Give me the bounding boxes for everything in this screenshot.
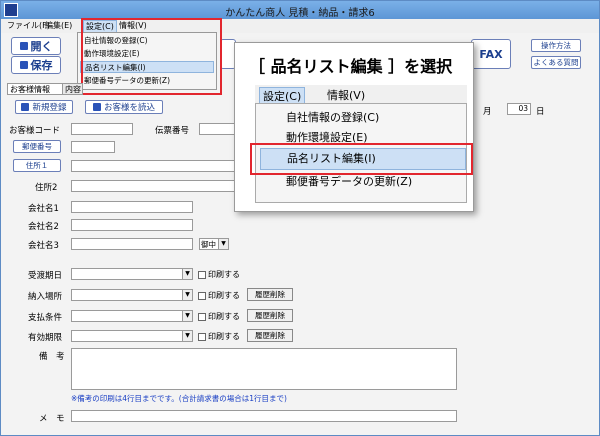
save-icon (19, 61, 28, 69)
company3-label: 会社名3 (28, 241, 59, 251)
company2-label: 会社名2 (28, 222, 59, 232)
address1-button[interactable]: 住所１ (13, 159, 61, 172)
delivery-date-label: 受渡期日 (28, 271, 63, 281)
new-register-button[interactable]: 新規登録 (15, 100, 73, 114)
delivery-place-label: 納入場所 (28, 292, 63, 302)
payment-print-checkbox[interactable]: 印刷する (198, 311, 240, 322)
address2-label: 住所2 (35, 183, 58, 193)
company1-input[interactable] (71, 201, 193, 213)
customer-code-label: お客様コード (9, 126, 61, 136)
highlight-box-zoom (250, 143, 473, 175)
delivery-date-print-checkbox[interactable]: 印刷する (198, 269, 240, 280)
title-bar: かんたん商人 見積・納品・請求6 (1, 1, 599, 19)
zoom-item-company-info: 自社情報の登録(C) (286, 111, 380, 124)
expiry-print-checkbox[interactable]: 印刷する (198, 331, 240, 342)
open-button[interactable]: 開く (11, 37, 61, 55)
zoom-menubar: 設定(C) 情報(V) (255, 85, 467, 105)
payment-label: 支払条件 (28, 313, 63, 323)
memo-label: メ モ (39, 414, 65, 424)
tab-customer-info[interactable]: お客様情報 (7, 83, 63, 95)
month-suffix: 月 (483, 107, 492, 117)
address2-input[interactable] (71, 180, 237, 192)
highlight-box-menu (81, 18, 222, 95)
save-button[interactable]: 保存 (11, 56, 61, 74)
company1-label: 会社名1 (28, 204, 59, 214)
address1-input[interactable] (71, 160, 237, 172)
memo-input[interactable] (71, 410, 457, 422)
user-icon (21, 103, 30, 111)
expiry-clear-button[interactable]: 履歴削除 (247, 329, 293, 342)
postal-input[interactable] (71, 141, 115, 153)
chevron-down-icon: ▼ (182, 290, 192, 300)
instruction-callout: ［ 品名リスト編集 ］を選択 設定(C) 情報(V) 自社情報の登録(C) 動作… (234, 42, 474, 212)
company2-input[interactable] (71, 219, 193, 231)
tab-content[interactable]: 内容 (63, 83, 83, 95)
payment-clear-button[interactable]: 履歴削除 (247, 309, 293, 322)
chevron-down-icon: ▼ (218, 239, 228, 249)
company3-input[interactable] (71, 238, 193, 250)
delivery-place-print-checkbox[interactable]: 印刷する (198, 290, 240, 301)
manual-button[interactable]: 操作方法 (531, 39, 581, 52)
zoom-item-postal-update: 郵便番号データの更新(Z) (286, 175, 413, 188)
remarks-textarea[interactable] (71, 348, 457, 390)
expiry-label: 有効期限 (28, 333, 63, 343)
zoom-menu-info: 情報(V) (327, 89, 366, 102)
menu-edit[interactable]: 編集(E) (45, 20, 72, 31)
delivery-date-select[interactable]: ▼ (71, 268, 193, 280)
callout-heading: ［ 品名リスト編集 ］を選択 (249, 57, 453, 76)
delivery-place-clear-button[interactable]: 履歴削除 (247, 288, 293, 301)
faq-button[interactable]: よくある質問 (531, 56, 581, 69)
fax-button[interactable]: FAX (471, 39, 511, 69)
menu-file[interactable]: ファイル(F) (7, 20, 50, 31)
load-customer-button[interactable]: お客様を読込 (85, 100, 163, 114)
chevron-down-icon: ▼ (182, 269, 192, 279)
payment-select[interactable]: ▼ (71, 310, 193, 322)
window-title: かんたん商人 見積・納品・請求6 (225, 8, 375, 19)
postal-button[interactable]: 郵便番号 (13, 140, 61, 153)
slip-no-label: 伝票番号 (155, 126, 190, 136)
day-input[interactable]: 03 (507, 103, 531, 115)
chevron-down-icon: ▼ (182, 331, 192, 341)
remarks-label: 備 考 (39, 352, 65, 362)
open-icon (19, 42, 28, 50)
customer-code-input[interactable] (71, 123, 133, 135)
delivery-place-select[interactable]: ▼ (71, 289, 193, 301)
day-suffix: 日 (536, 107, 545, 117)
slip-no-input[interactable] (199, 123, 237, 135)
user-icon (92, 103, 101, 111)
remarks-note: ※備考の印刷は4行目までです。(合計請求書の場合は1行目まで) (71, 394, 287, 403)
honorific-select[interactable]: 御中 ▼ (199, 238, 229, 250)
expiry-select[interactable]: ▼ (71, 330, 193, 342)
chevron-down-icon: ▼ (182, 311, 192, 321)
